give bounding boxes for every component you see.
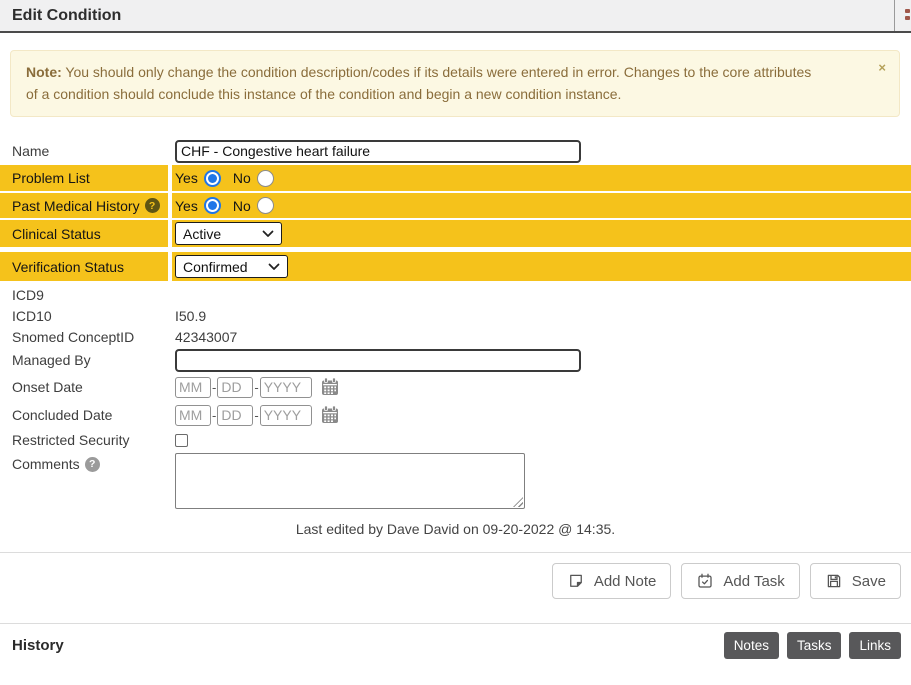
links-button[interactable]: Links — [849, 632, 901, 659]
warning-note-text: Note: You should only change the conditi… — [26, 62, 821, 105]
date-separator: - — [254, 380, 258, 395]
name-input[interactable] — [175, 140, 581, 163]
condition-form: Name Problem List Yes No Past Medical Hi… — [0, 137, 911, 509]
concluded-day-input[interactable] — [217, 405, 253, 426]
add-task-label: Add Task — [723, 573, 784, 590]
field-row-comments: Comments ? — [0, 453, 911, 509]
calendar-icon[interactable] — [320, 377, 340, 397]
chevron-down-icon — [268, 263, 280, 271]
date-separator: - — [254, 408, 258, 423]
concluded-date-group: - - — [175, 405, 340, 426]
history-section-header: History Notes Tasks Links — [0, 632, 911, 659]
icd10-value: I50.9 — [175, 308, 206, 324]
warning-note-line1: You should only change the condition des… — [65, 64, 619, 80]
save-label: Save — [852, 573, 886, 590]
note-icon — [567, 572, 585, 590]
action-bar: Add Note Add Task Save — [0, 563, 911, 599]
clinical-status-select[interactable]: Active — [175, 222, 282, 245]
clinical-status-label: Clinical Status — [0, 220, 168, 247]
restricted-security-label: Restricted Security — [0, 432, 168, 448]
field-row-clinical-status: Clinical Status Active — [0, 220, 911, 247]
onset-year-input[interactable] — [260, 377, 312, 398]
divider — [0, 623, 911, 624]
onset-day-input[interactable] — [217, 377, 253, 398]
divider — [0, 552, 911, 553]
managed-by-input[interactable] — [175, 349, 581, 372]
last-edited-text: Last edited by Dave David on 09-20-2022 … — [0, 521, 911, 538]
notes-button[interactable]: Notes — [724, 632, 779, 659]
managed-by-label: Managed By — [0, 352, 168, 368]
field-row-icd10: ICD10 I50.9 — [0, 305, 911, 326]
add-note-button[interactable]: Add Note — [552, 563, 672, 599]
past-medical-history-label: Past Medical History — [12, 198, 140, 214]
history-title: History — [12, 637, 64, 654]
field-row-verification-status: Verification Status Confirmed — [0, 252, 911, 281]
field-row-name: Name — [0, 137, 911, 165]
field-row-onset-date: Onset Date - - — [0, 375, 911, 399]
save-icon — [825, 572, 843, 590]
page-title: Edit Condition — [0, 7, 121, 25]
date-separator: - — [212, 380, 216, 395]
field-row-concluded-date: Concluded Date - - — [0, 403, 911, 427]
save-button[interactable]: Save — [810, 563, 901, 599]
calendar-icon[interactable] — [320, 405, 340, 425]
verification-status-select[interactable]: Confirmed — [175, 255, 288, 278]
calendar-check-icon — [696, 572, 714, 590]
clinical-status-value: Active — [183, 226, 221, 242]
header-divider — [894, 0, 895, 31]
concluded-date-label: Concluded Date — [0, 407, 168, 423]
problem-list-radio-group: Yes No — [175, 170, 286, 187]
pmh-yes-label: Yes — [175, 198, 198, 214]
help-icon[interactable]: ? — [145, 198, 160, 213]
pmh-no-radio[interactable] — [257, 197, 274, 214]
field-row-icd9: ICD9 — [0, 285, 911, 305]
problem-list-no-label: No — [233, 170, 251, 186]
field-row-managed-by: Managed By — [0, 347, 911, 373]
concluded-year-input[interactable] — [260, 405, 312, 426]
field-row-past-medical-history: Past Medical History ? Yes No — [0, 193, 911, 218]
snomed-value: 42343007 — [175, 329, 237, 345]
add-note-label: Add Note — [594, 573, 657, 590]
onset-date-group: - - — [175, 377, 340, 398]
onset-date-label: Onset Date — [0, 379, 168, 395]
snomed-label: Snomed ConceptID — [0, 329, 168, 345]
concluded-month-input[interactable] — [175, 405, 211, 426]
icd9-label: ICD9 — [0, 287, 168, 303]
comments-textarea[interactable] — [175, 453, 525, 509]
date-separator: - — [212, 408, 216, 423]
tasks-button[interactable]: Tasks — [787, 632, 842, 659]
field-row-snomed: Snomed ConceptID 42343007 — [0, 326, 911, 347]
field-row-restricted-security: Restricted Security — [0, 431, 911, 449]
restricted-security-checkbox[interactable] — [175, 434, 188, 447]
panel-header: Edit Condition — [0, 0, 911, 33]
add-task-button[interactable]: Add Task — [681, 563, 799, 599]
verification-status-value: Confirmed — [183, 259, 248, 275]
pmh-yes-radio[interactable] — [204, 197, 221, 214]
icd10-label: ICD10 — [0, 308, 168, 324]
history-buttons: Notes Tasks Links — [724, 632, 901, 659]
problem-list-yes-label: Yes — [175, 170, 198, 186]
problem-list-yes-radio[interactable] — [204, 170, 221, 187]
problem-list-no-radio[interactable] — [257, 170, 274, 187]
comments-label: Comments — [12, 456, 80, 472]
help-icon[interactable]: ? — [85, 457, 100, 472]
close-icon[interactable]: × — [878, 61, 886, 74]
field-row-problem-list: Problem List Yes No — [0, 165, 911, 191]
warning-note: Note: You should only change the conditi… — [10, 50, 900, 117]
problem-list-label: Problem List — [0, 165, 168, 191]
past-medical-history-radio-group: Yes No — [175, 197, 286, 214]
warning-note-label: Note: — [26, 64, 62, 80]
name-label: Name — [0, 143, 168, 159]
header-partial-icon[interactable] — [905, 9, 910, 23]
chevron-down-icon — [262, 230, 274, 238]
pmh-no-label: No — [233, 198, 251, 214]
edit-condition-panel: Edit Condition Note: You should only cha… — [0, 0, 911, 685]
verification-status-label: Verification Status — [0, 252, 168, 281]
onset-month-input[interactable] — [175, 377, 211, 398]
